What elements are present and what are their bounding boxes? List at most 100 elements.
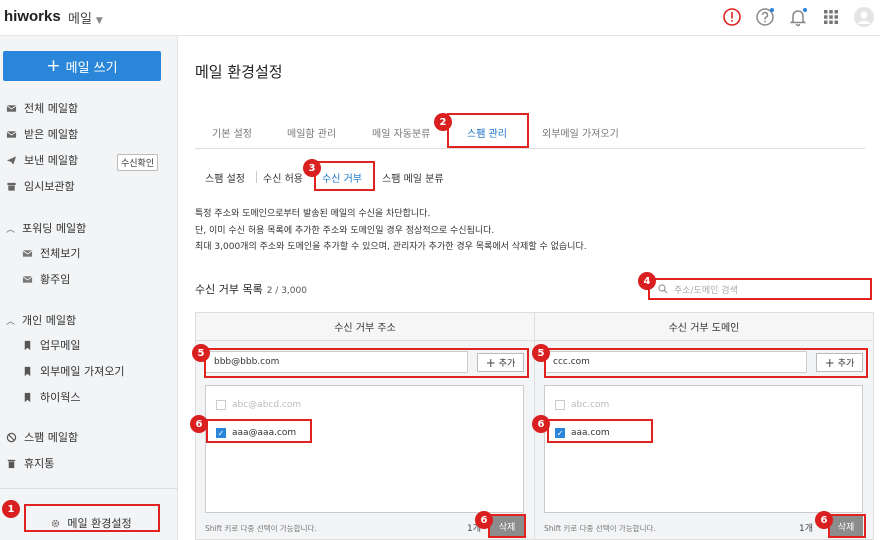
help-icon[interactable] [754,6,776,28]
tab-external-mail[interactable]: 외부메일 가져오기 [542,125,619,140]
list-item[interactable]: ✓ aaa.com [555,425,610,441]
sidebar-item-label: 받은 메일함 [24,128,79,141]
top-bar: hiworks 메일 ▼ [0,0,880,36]
envelope-icon [22,249,33,257]
sidebar-item-work-mail[interactable]: 업무메일 [22,335,80,355]
list-item: abc.com [555,397,609,413]
blocked-domain-panel: 수신 거부 도메인 ccc.com + 추가 abc.com ✓ aaa.com S… [534,312,874,540]
sidebar-item-external-mail[interactable]: 외부메일 가져오기 [22,361,124,381]
read-check-button[interactable]: 수신확인 [117,154,159,171]
list-item-text: aaa@aaa.com [232,428,297,438]
list-count: 2 / 3,000 [266,286,307,296]
list-title-text: 수신 거부 목록 [195,283,263,296]
delete-address-button[interactable]: 삭제 [490,516,524,536]
sidebar-item-forward-all[interactable]: 전체보기 [22,243,80,263]
tab-spam-management[interactable]: 스팸 관리 [467,125,507,140]
sidebar-divider [0,488,178,489]
selected-count: 1개 [799,524,814,534]
alert-icon[interactable] [721,6,743,28]
divider [256,171,257,183]
callout-badge: 3 [303,159,321,177]
callout-badge: 5 [192,344,210,362]
address-input[interactable]: bbb@bbb.com [205,351,468,373]
search-placeholder: 주소/도메인 검색 [674,285,738,296]
subtab-block-list[interactable]: 수신 거부 [322,170,362,185]
callout-badge: 6 [815,511,833,529]
panel-header: 수신 거부 주소 [196,313,534,341]
checkbox [555,400,565,410]
sidebar-item-inbox[interactable]: 받은 메일함 [6,124,78,144]
sidebar-item-drafts[interactable]: 임시보관함 [6,176,75,196]
subtab-spam-classification[interactable]: 스팸 메일 분류 [382,170,444,185]
callout-badge: 6 [190,415,208,433]
compose-button[interactable]: + 메일 쓰기 [3,51,161,81]
checkbox[interactable]: ✓ [216,428,226,438]
checkbox[interactable]: ✓ [555,428,565,438]
section-label: 개인 메일함 [22,314,77,327]
sidebar: + 메일 쓰기 전체 메일함 받은 메일함 보낸 메일함 수신확인 임시보관함 ︿… [0,36,178,540]
add-address-button[interactable]: + 추가 [477,353,524,372]
envelope-icon [6,104,17,112]
chevron-up-icon: ︿ [6,316,16,327]
apps-grid-icon[interactable] [820,6,842,28]
list-item-text: abc.com [571,400,610,410]
subtab-allow-list[interactable]: 수신 허용 [263,170,303,185]
plus-icon: + [485,355,496,370]
add-label: 추가 [837,359,855,369]
panel-header: 수신 거부 도메인 [535,313,873,341]
tab-basic-settings[interactable]: 기본 설정 [212,125,252,140]
logo[interactable]: hiworks [4,8,61,25]
description-line: 최대 3,000개의 주소와 도메인을 추가할 수 있으며, 관리자가 추가한 … [195,242,587,252]
sidebar-item-label: 하이웍스 [40,391,81,404]
blocked-address-panel: 수신 거부 주소 bbb@bbb.com + 추가 abc@abcd.com ✓ a… [195,312,535,540]
add-domain-button[interactable]: + 추가 [816,353,863,372]
avatar[interactable] [853,6,875,28]
sidebar-item-all-mail[interactable]: 전체 메일함 [6,98,78,118]
address-list: abc@abcd.com ✓ aaa@aaa.com [205,385,524,513]
list-item-text: abc@abcd.com [232,400,302,410]
sidebar-item-sent[interactable]: 보낸 메일함 [6,150,78,170]
description-line: 특정 주소와 도메인으로부터 발송된 메일의 수신을 차단합니다. [195,209,431,219]
sidebar-item-forward-user[interactable]: 황주임 [22,269,70,289]
personal-section-toggle[interactable]: ︿ 개인 메일함 [6,312,76,328]
list-item[interactable]: ✓ aaa@aaa.com [216,425,296,441]
bookmark-icon [24,340,31,350]
search-input[interactable]: 주소/도메인 검색 [648,278,872,300]
app-switcher[interactable]: 메일 ▼ [68,8,103,27]
sidebar-item-label: 임시보관함 [24,180,75,193]
multi-select-hint: Shift 키로 다중 선택이 가능합니다. [205,524,317,533]
domain-input[interactable]: ccc.com [544,351,807,373]
sidebar-item-label: 보낸 메일함 [24,154,79,167]
sidebar-item-hiworks[interactable]: 하이웍스 [22,387,80,407]
tab-mailbox-management[interactable]: 메일함 관리 [287,125,336,140]
callout-badge: 5 [532,344,550,362]
list-item-text: aaa.com [571,428,610,438]
tab-auto-sort[interactable]: 메일 자동분류 [372,125,430,140]
bookmark-icon [24,366,31,376]
description: 특정 주소와 도메인으로부터 발송된 메일의 수신을 차단합니다. 단, 이미 … [195,206,587,256]
plus-icon: + [46,55,61,76]
bell-icon[interactable] [787,6,809,28]
bookmark-icon [24,392,31,402]
block-list-title: 수신 거부 목록 2 / 3,000 [195,281,307,297]
gear-icon [52,519,60,527]
sidebar-item-label: 전체 메일함 [24,102,79,115]
send-icon [6,155,17,165]
sidebar-item-label: 황주임 [40,273,71,286]
sidebar-item-label: 업무메일 [40,339,81,352]
sidebar-item-trash[interactable]: 휴지통 [6,453,54,473]
compose-label: 메일 쓰기 [65,60,118,76]
mail-settings-link[interactable]: 메일 환경설정 [23,510,159,536]
sidebar-item-spam[interactable]: 스팸 메일함 [6,427,78,447]
delete-domain-button[interactable]: 삭제 [829,516,863,536]
description-line: 단, 이미 수신 허용 목록에 추가한 주소와 도메인일 경우 정상적으로 수신… [195,225,495,236]
subtab-spam-settings[interactable]: 스팸 설정 [205,170,245,185]
add-label: 추가 [498,359,516,369]
callout-badge: 4 [638,272,656,290]
chevron-down-icon: ▼ [95,16,103,26]
settings-label: 메일 환경설정 [67,517,132,530]
app-name: 메일 [68,12,92,27]
block-icon [6,432,17,442]
forwarding-section-toggle[interactable]: ︿ 포워딩 메일함 [6,220,86,236]
sidebar-item-label: 전체보기 [40,247,81,260]
